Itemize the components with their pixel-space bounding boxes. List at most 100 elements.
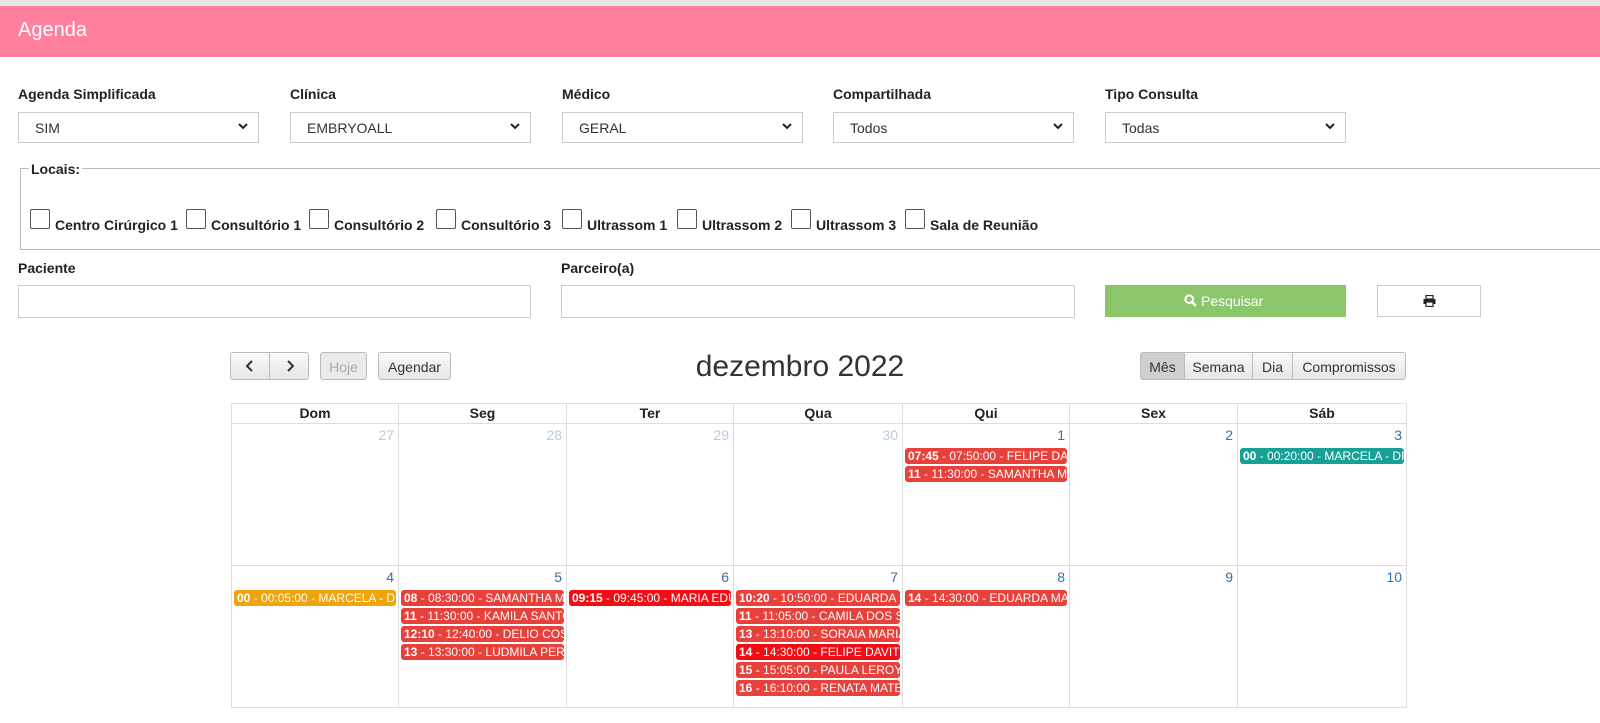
- day-number[interactable]: 8: [1057, 569, 1065, 585]
- checkbox[interactable]: [677, 209, 697, 229]
- day-number[interactable]: 29: [713, 427, 729, 443]
- calendar-event[interactable]: 10:20 - 10:50:00 - EDUARDA M: [736, 590, 900, 606]
- day-number[interactable]: 9: [1225, 569, 1233, 585]
- day-cell[interactable]: 29: [566, 423, 734, 566]
- event-time: 08: [404, 591, 418, 605]
- event-text: - 11:30:00 - KAMILA SANTOS: [416, 609, 564, 623]
- day-number[interactable]: 2: [1225, 427, 1233, 443]
- day-cell[interactable]: 9: [1069, 565, 1238, 708]
- checkbox[interactable]: [309, 209, 329, 229]
- checkbox[interactable]: [791, 209, 811, 229]
- event-text: - 13:10:00 - SORAIA MARIA: [752, 627, 900, 641]
- checkbox[interactable]: [436, 209, 456, 229]
- view-day-button[interactable]: Dia: [1252, 352, 1293, 380]
- search-button-label: Pesquisar: [1201, 293, 1264, 309]
- event-time: 13: [739, 627, 753, 641]
- compartilhada-select[interactable]: Todos: [833, 112, 1074, 143]
- event-time: 11: [908, 467, 921, 481]
- event-time: 13: [404, 645, 418, 659]
- calendar-event[interactable]: 13 - 13:10:00 - SORAIA MARIA: [736, 626, 900, 642]
- print-button[interactable]: [1377, 285, 1481, 317]
- day-number[interactable]: 3: [1394, 427, 1402, 443]
- day-cell[interactable]: 30: [733, 423, 903, 566]
- tipo-consulta-select[interactable]: Todas: [1105, 112, 1346, 143]
- chevron-down-icon: [782, 123, 792, 130]
- event-text: - 12:40:00 - DELIO COSTA: [438, 627, 564, 641]
- day-number[interactable]: 5: [554, 569, 562, 585]
- event-text: - 11:30:00 - SAMANTHA MA: [920, 467, 1067, 481]
- view-appointments-button[interactable]: Compromissos: [1292, 352, 1406, 380]
- parceiro-input[interactable]: [561, 285, 1075, 318]
- calendar-event[interactable]: 15 - 15:05:00 - PAULA LEROY: [736, 662, 900, 678]
- calendar-event[interactable]: 14 - 14:30:00 - EDUARDA MAR: [905, 590, 1067, 606]
- calendar-event[interactable]: 08 - 08:30:00 - SAMANTHA MA: [401, 590, 564, 606]
- page-title: Agenda: [18, 19, 87, 41]
- calendar-event[interactable]: 11 - 11:05:00 - CAMILA DOS SA: [736, 608, 900, 624]
- view-label: Semana: [1192, 359, 1245, 375]
- calendar-event[interactable]: 07:45 - 07:50:00 - FELIPE DAVITE: [905, 448, 1067, 464]
- select-value: EMBRYOALL: [307, 120, 393, 136]
- day-cell[interactable]: 28: [398, 423, 567, 566]
- paciente-input[interactable]: [18, 285, 531, 318]
- day-cell[interactable]: 1 07:45 - 07:50:00 - FELIPE DAVITE 11 - 11…: [902, 423, 1070, 566]
- weekday-header: Qui: [902, 403, 1070, 424]
- day-cell[interactable]: 8 14 - 14:30:00 - EDUARDA MAR: [902, 565, 1070, 708]
- weekday-header: Sáb: [1237, 403, 1407, 424]
- day-number[interactable]: 6: [721, 569, 729, 585]
- locais-legend: Locais:: [29, 161, 83, 177]
- day-cell[interactable]: 10: [1237, 565, 1407, 708]
- event-time: 15: [739, 663, 753, 677]
- paciente-label: Paciente: [18, 260, 76, 276]
- event-time: 14: [908, 591, 922, 605]
- checkbox[interactable]: [186, 209, 206, 229]
- event-text: - 13:30:00 - LUDMILA PERE: [417, 645, 564, 659]
- checkbox[interactable]: [905, 209, 925, 229]
- local-label: Consultório 1: [211, 217, 302, 233]
- event-time: 12:10: [404, 627, 435, 641]
- select-value: Todas: [1122, 120, 1160, 136]
- weekday-header: Ter: [566, 403, 734, 424]
- day-cell[interactable]: 7 10:20 - 10:50:00 - EDUARDA M 11 - 11:05:…: [733, 565, 903, 708]
- day-number[interactable]: 27: [378, 427, 394, 443]
- day-number[interactable]: 10: [1386, 569, 1402, 585]
- checkbox[interactable]: [562, 209, 582, 229]
- agenda-simplificada-select[interactable]: SIM: [18, 112, 259, 143]
- checkbox[interactable]: [30, 209, 50, 229]
- calendar-event[interactable]: 12:10 - 12:40:00 - DELIO COSTA: [401, 626, 564, 642]
- day-cell[interactable]: 4 00 - 00:05:00 - MARCELA - DR.: [231, 565, 399, 708]
- day-number[interactable]: 30: [882, 427, 898, 443]
- day-cell[interactable]: 27: [231, 423, 399, 566]
- medico-select[interactable]: GERAL: [562, 112, 803, 143]
- local-label: Consultório 3: [461, 217, 552, 233]
- day-number[interactable]: 28: [546, 427, 562, 443]
- event-time: 09:15: [572, 591, 603, 605]
- calendar-event[interactable]: 11 - 11:30:00 - SAMANTHA MA: [905, 466, 1067, 482]
- day-number[interactable]: 4: [386, 569, 394, 585]
- calendar-event[interactable]: 00 - 00:05:00 - MARCELA - DR.: [234, 590, 396, 606]
- month-calendar: Dom Seg Ter Qua Qui Sex Sáb 27 28 29 30 1 07:45 - 07…: [231, 403, 1407, 723]
- event-text: - 00:05:00 - MARCELA - DR.: [250, 591, 396, 605]
- view-month-button[interactable]: Mês: [1140, 352, 1185, 380]
- event-text: - 14:30:00 - FELIPE DAVITE: [752, 645, 900, 659]
- day-cell[interactable]: 2: [1069, 423, 1238, 566]
- select-value: GERAL: [579, 120, 627, 136]
- search-button[interactable]: Pesquisar: [1105, 285, 1346, 317]
- calendar-event[interactable]: 00 - 00:20:00 - MARCELA - DR.: [1240, 448, 1404, 464]
- calendar-event[interactable]: 11 - 11:30:00 - KAMILA SANTOS: [401, 608, 564, 624]
- calendar-event[interactable]: 13 - 13:30:00 - LUDMILA PERE: [401, 644, 564, 660]
- event-time: 16: [739, 681, 753, 695]
- event-time: 00: [1243, 449, 1257, 463]
- local-label: Centro Cirúrgico 1: [55, 217, 178, 233]
- day-number[interactable]: 7: [890, 569, 898, 585]
- day-cell[interactable]: 3 00 - 00:20:00 - MARCELA - DR.: [1237, 423, 1407, 566]
- view-week-button[interactable]: Semana: [1184, 352, 1253, 380]
- calendar-event[interactable]: 14 - 14:30:00 - FELIPE DAVITE: [736, 644, 900, 660]
- view-label: Mês: [1149, 359, 1176, 375]
- clinica-select[interactable]: EMBRYOALL: [290, 112, 531, 143]
- chevron-down-icon: [238, 123, 248, 130]
- calendar-event[interactable]: 16 - 16:10:00 - RENATA MATES: [736, 680, 900, 696]
- day-cell[interactable]: 6 09:15 - 09:45:00 - MARIA EDU: [566, 565, 734, 708]
- day-number[interactable]: 1: [1057, 427, 1065, 443]
- calendar-event[interactable]: 09:15 - 09:45:00 - MARIA EDU: [569, 590, 731, 606]
- day-cell[interactable]: 5 08 - 08:30:00 - SAMANTHA MA 11 - 11:30:0…: [398, 565, 567, 708]
